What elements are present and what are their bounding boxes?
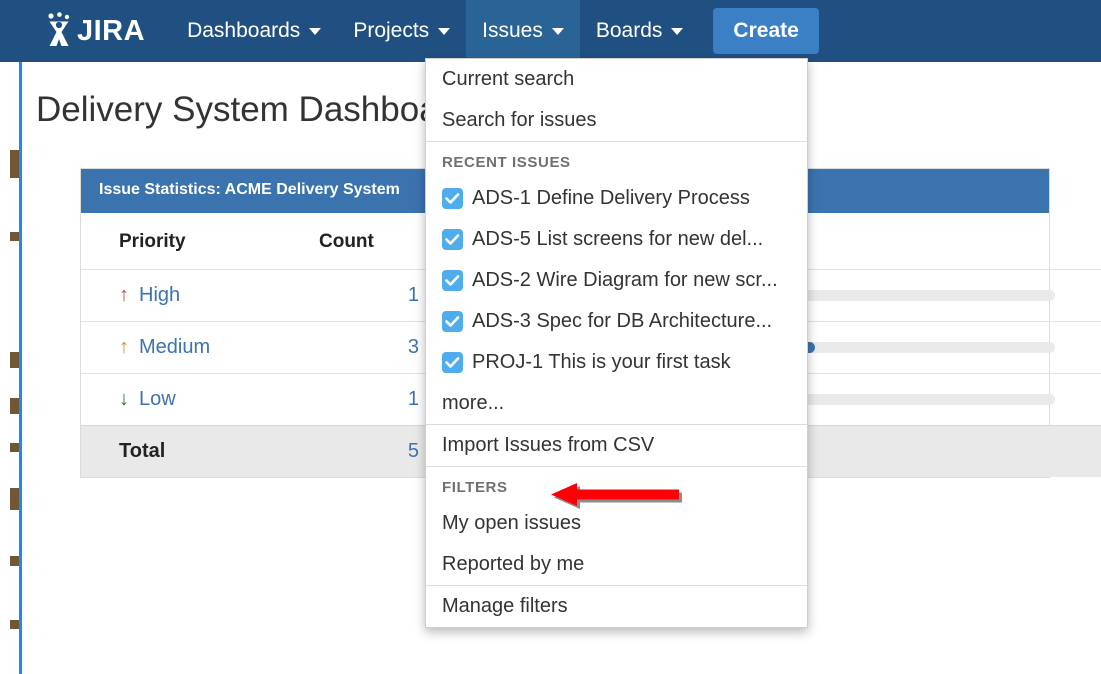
menu-item-current-search[interactable]: Current search bbox=[426, 59, 807, 100]
menu-item-search-for-issues[interactable]: Search for issues bbox=[426, 100, 807, 141]
column-header-count[interactable]: Count bbox=[319, 213, 419, 270]
cell-count: 3 bbox=[319, 322, 419, 374]
nav-label-projects: Projects bbox=[353, 19, 429, 43]
menu-item-recent-issue[interactable]: ADS-1 Define Delivery Process bbox=[426, 178, 807, 219]
nav-item-dashboards[interactable]: Dashboards bbox=[171, 0, 337, 62]
cell-priority: ↓Low bbox=[81, 374, 319, 426]
menu-item-recent-issue[interactable]: ADS-2 Wire Diagram for new scr... bbox=[426, 260, 807, 301]
priority-link-medium[interactable]: Medium bbox=[139, 336, 210, 358]
menu-label: ADS-1 Define Delivery Process bbox=[472, 187, 750, 210]
menu-label: more... bbox=[442, 392, 504, 415]
left-text-fragment bbox=[10, 488, 19, 510]
task-checkbox-icon bbox=[442, 229, 463, 250]
menu-item-recent-issue[interactable]: ADS-5 List screens for new del... bbox=[426, 219, 807, 260]
task-checkbox-icon bbox=[442, 352, 463, 373]
nav-label-issues: Issues bbox=[482, 19, 543, 43]
create-button[interactable]: Create bbox=[713, 8, 818, 54]
total-count-link[interactable]: 5 bbox=[408, 440, 419, 462]
nav-label-boards: Boards bbox=[596, 19, 663, 43]
count-link-low[interactable]: 1 bbox=[408, 388, 419, 410]
cell-total-label: Total bbox=[81, 426, 319, 478]
top-navbar: JIRA Dashboards Projects Issues Boards C… bbox=[0, 0, 1101, 62]
menu-item-import-issues-from-csv[interactable]: Import Issues from CSV bbox=[426, 425, 807, 466]
jira-logo[interactable]: JIRA bbox=[42, 0, 145, 62]
menu-item-recent-issue[interactable]: ADS-3 Spec for DB Architecture... bbox=[426, 301, 807, 342]
menu-item-manage-filters[interactable]: Manage filters bbox=[426, 586, 807, 627]
task-checkbox-icon bbox=[442, 270, 463, 291]
nav-item-projects[interactable]: Projects bbox=[337, 0, 466, 62]
left-text-fragment bbox=[10, 150, 19, 178]
chevron-down-icon bbox=[671, 28, 683, 35]
menu-label: Import Issues from CSV bbox=[442, 434, 654, 457]
task-checkbox-icon bbox=[442, 311, 463, 332]
jira-wordmark: JIRA bbox=[77, 17, 145, 46]
priority-link-high[interactable]: High bbox=[139, 284, 180, 306]
menu-label: PROJ-1 This is your first task bbox=[472, 351, 731, 374]
menu-label: Search for issues bbox=[442, 109, 597, 132]
menu-label: ADS-2 Wire Diagram for new scr... bbox=[472, 269, 778, 292]
cell-total-pct bbox=[1055, 426, 1101, 478]
left-text-fragment bbox=[10, 620, 19, 629]
menu-section-filters: FILTERS My open issues Reported by me bbox=[426, 467, 807, 586]
cell-percentage-value: 20% bbox=[1055, 374, 1101, 426]
chevron-down-icon bbox=[309, 28, 321, 35]
menu-heading-filters: FILTERS bbox=[426, 467, 807, 503]
issues-dropdown-menu: Current search Search for issues RECENT … bbox=[425, 58, 808, 628]
cell-count: 1 bbox=[319, 374, 419, 426]
page-title: Delivery System Dashboard bbox=[36, 90, 470, 130]
menu-section-manage: Manage filters bbox=[426, 586, 807, 627]
arrow-up-icon: ↑ bbox=[119, 336, 135, 359]
left-text-fragment bbox=[10, 443, 19, 452]
left-text-fragment bbox=[10, 398, 19, 414]
menu-label: ADS-3 Spec for DB Architecture... bbox=[472, 310, 772, 333]
nav-item-boards[interactable]: Boards bbox=[580, 0, 700, 62]
menu-label: My open issues bbox=[442, 512, 581, 535]
cell-priority: ↑Medium bbox=[81, 322, 319, 374]
menu-item-recent-issue[interactable]: PROJ-1 This is your first task bbox=[426, 342, 807, 383]
menu-section-import: Import Issues from CSV bbox=[426, 425, 807, 467]
menu-label: ADS-5 List screens for new del... bbox=[472, 228, 763, 251]
cell-total-count: 5 bbox=[319, 426, 419, 478]
menu-label: Reported by me bbox=[442, 553, 584, 576]
cell-count: 1 bbox=[319, 270, 419, 322]
cell-percentage-value: 20% bbox=[1055, 270, 1101, 322]
jira-logo-icon bbox=[42, 12, 76, 50]
menu-heading-recent-issues: RECENT ISSUES bbox=[426, 142, 807, 178]
left-text-fragment bbox=[10, 556, 19, 566]
priority-link-low[interactable]: Low bbox=[139, 388, 176, 410]
left-blue-rule bbox=[19, 62, 22, 674]
menu-item-more[interactable]: more... bbox=[426, 383, 807, 424]
column-header-priority[interactable]: Priority bbox=[81, 213, 319, 270]
arrow-up-icon: ↑ bbox=[119, 284, 135, 307]
menu-section-search: Current search Search for issues bbox=[426, 59, 807, 142]
menu-label: Current search bbox=[442, 68, 574, 91]
menu-item-reported-by-me[interactable]: Reported by me bbox=[426, 544, 807, 585]
left-text-fragment bbox=[10, 232, 19, 241]
nav-label-dashboards: Dashboards bbox=[187, 19, 300, 43]
menu-item-my-open-issues[interactable]: My open issues bbox=[426, 503, 807, 544]
cell-percentage-value: 60% bbox=[1055, 322, 1101, 374]
column-header-blank bbox=[1055, 213, 1101, 270]
menu-section-recent-issues: RECENT ISSUES ADS-1 Define Delivery Proc… bbox=[426, 142, 807, 425]
chevron-down-icon bbox=[438, 28, 450, 35]
count-link-medium[interactable]: 3 bbox=[408, 336, 419, 358]
arrow-down-icon: ↓ bbox=[119, 388, 135, 411]
count-link-high[interactable]: 1 bbox=[408, 284, 419, 306]
left-text-fragment bbox=[10, 352, 19, 368]
task-checkbox-icon bbox=[442, 188, 463, 209]
cell-priority: ↑High bbox=[81, 270, 319, 322]
chevron-down-icon bbox=[552, 28, 564, 35]
nav-item-issues[interactable]: Issues bbox=[466, 0, 580, 62]
menu-label: Manage filters bbox=[442, 595, 568, 618]
